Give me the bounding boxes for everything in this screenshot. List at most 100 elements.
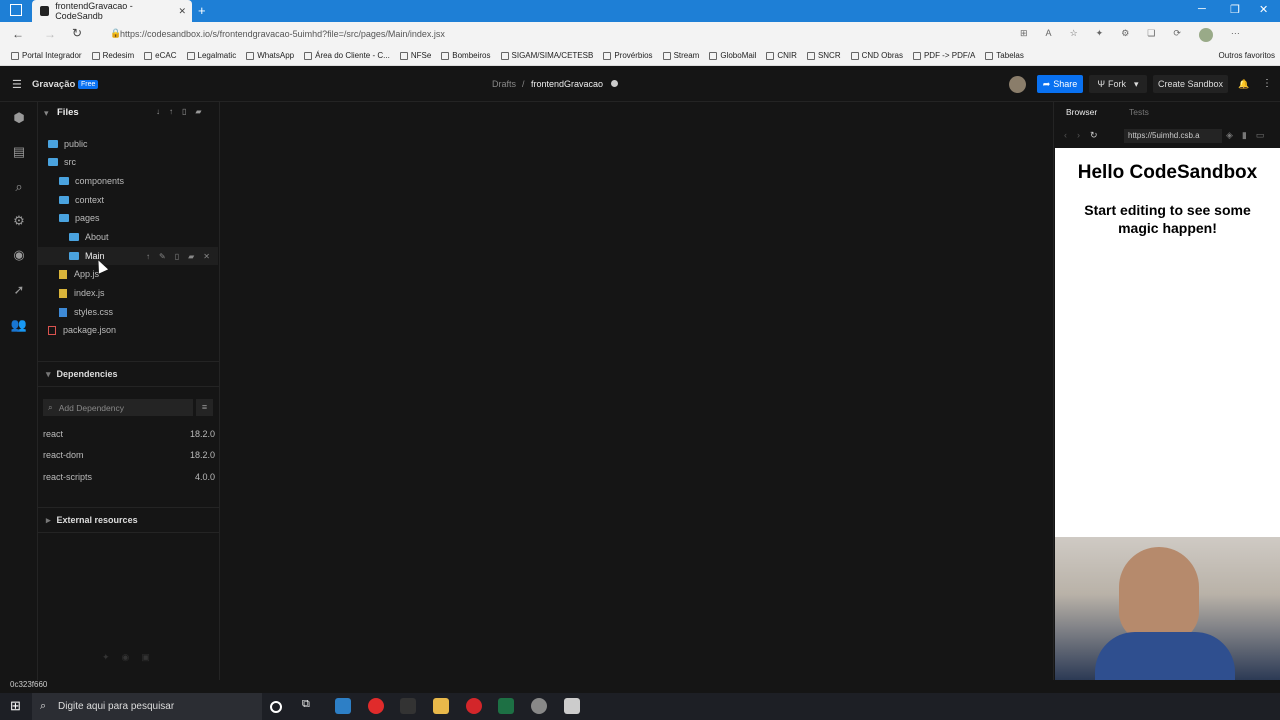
tree-folder-context[interactable]: context	[38, 191, 218, 209]
favorite-icon[interactable]: ☆	[1070, 28, 1078, 40]
chat-icon[interactable]: ▣	[141, 652, 150, 663]
tree-folder-pages[interactable]: pages	[38, 209, 218, 227]
app-icon-3[interactable]	[564, 698, 580, 714]
tree-file-styles[interactable]: styles.css	[38, 303, 218, 321]
collections-icon[interactable]: ❏	[1147, 28, 1155, 40]
bookmark-item[interactable]: Legalmatic	[182, 51, 242, 60]
dependency-row[interactable]: react-scripts 4.0.0	[43, 472, 215, 482]
cortana-icon[interactable]	[270, 701, 282, 713]
back-icon[interactable]: ‹	[1064, 130, 1067, 141]
dependency-row[interactable]: react-dom 18.2.0	[43, 450, 215, 460]
file-explorer-icon[interactable]	[433, 698, 449, 714]
new-file-icon[interactable]: ▯	[175, 252, 179, 261]
tab-browser[interactable]: Browser	[1066, 107, 1097, 117]
opera-icon[interactable]	[466, 698, 482, 714]
dependency-row[interactable]: react 18.2.0	[43, 429, 215, 439]
team-icon[interactable]: 👥	[10, 317, 28, 335]
bookmark-item[interactable]: Portal Integrador	[6, 51, 87, 60]
dependencies-header[interactable]: ▾ Dependencies	[38, 361, 220, 387]
bookmark-item[interactable]: GloboMail	[704, 51, 761, 60]
bookmark-item[interactable]: Tabelas	[980, 51, 1029, 60]
tree-folder-public[interactable]: public	[38, 135, 218, 153]
preview-address-field[interactable]: https://5uimhd.csb.a	[1124, 129, 1222, 143]
bookmark-item[interactable]: Provérbios	[598, 51, 657, 60]
external-resources-header[interactable]: ▸ External resources	[38, 507, 220, 533]
bell-icon[interactable]: 🔔	[1238, 79, 1249, 90]
preview-webview[interactable]: Hello CodeSandbox Start editing to see s…	[1055, 148, 1280, 538]
bookmark-item[interactable]: Bombeiros	[436, 51, 495, 60]
profile-avatar[interactable]	[1198, 28, 1213, 42]
tab-actions-icon[interactable]	[10, 4, 22, 16]
open-window-icon[interactable]: ▮	[1242, 130, 1247, 141]
tree-folder-main[interactable]: Main ↑ ✎ ▯ ▰ ✕	[38, 247, 218, 265]
close-tab-icon[interactable]: ✕	[178, 6, 186, 17]
new-file-icon[interactable]: ▯	[182, 107, 186, 116]
bookmark-item[interactable]: PDF -> PDF/A	[908, 51, 980, 60]
more-vert-icon[interactable]: ⋮	[1262, 78, 1272, 89]
bookmark-item[interactable]: Stream	[658, 51, 705, 60]
more-icon[interactable]: ⋯	[1231, 28, 1240, 40]
files-icon[interactable]: ▤	[10, 144, 28, 162]
bookmark-item[interactable]: WhatsApp	[241, 51, 299, 60]
bookmark-item[interactable]: Redesim	[87, 51, 140, 60]
bookmark-item[interactable]: Área do Cliente - C...	[299, 51, 395, 60]
upload-icon[interactable]: ↑	[169, 107, 173, 116]
other-favorites[interactable]: Outros favoritos	[1214, 51, 1280, 60]
url-field[interactable]: https://codesandbox.io/s/frontendgravaca…	[120, 26, 1020, 42]
delete-icon[interactable]: ✕	[203, 252, 210, 261]
tree-file-app[interactable]: App.js	[38, 265, 218, 283]
sync-icon[interactable]: ⟳	[1173, 28, 1181, 40]
new-folder-icon[interactable]: ▰	[188, 252, 194, 261]
twitter-icon[interactable]: ✦	[102, 652, 110, 663]
apps-icon[interactable]: ⊞	[1020, 28, 1028, 40]
tree-folder-src[interactable]: src	[38, 153, 218, 171]
app-icon[interactable]	[400, 698, 416, 714]
dependency-list-icon[interactable]: ≡	[196, 399, 213, 416]
browser-tab[interactable]: frontendGravacao - CodeSandb ✕	[32, 0, 192, 22]
gear-icon[interactable]: ⚙	[10, 213, 28, 231]
extension-icon[interactable]: ✦	[1096, 28, 1104, 40]
refresh-icon[interactable]: ↻	[1090, 130, 1098, 141]
restore-icon[interactable]: ❐	[1230, 3, 1240, 16]
cube-icon[interactable]: ⬢	[10, 110, 28, 128]
search-icon[interactable]: ⌕	[10, 179, 28, 197]
download-icon[interactable]: ↓	[156, 107, 160, 116]
tab-tests[interactable]: Tests	[1129, 107, 1149, 117]
editor-area[interactable]	[220, 102, 1053, 680]
edge-icon[interactable]	[335, 698, 351, 714]
puzzle-icon[interactable]: ⚙	[1121, 28, 1129, 40]
back-icon[interactable]: ←	[12, 27, 24, 41]
tree-file-index[interactable]: index.js	[38, 284, 218, 302]
excel-icon[interactable]	[498, 698, 514, 714]
devtools-icon[interactable]: ◈	[1226, 130, 1233, 141]
new-folder-icon[interactable]: ▰	[195, 107, 201, 116]
layout-icon[interactable]: ▭	[1256, 130, 1265, 141]
forward-icon[interactable]: ›	[1077, 130, 1080, 141]
github-icon[interactable]: ◉	[10, 247, 28, 265]
app-icon-2[interactable]	[531, 698, 547, 714]
github-icon[interactable]: ◉	[122, 652, 130, 663]
media-player-icon[interactable]	[368, 698, 384, 714]
new-tab-icon[interactable]: +	[198, 3, 206, 18]
breadcrumb-drafts[interactable]: Drafts	[492, 79, 516, 89]
tree-folder-components[interactable]: components	[38, 172, 218, 190]
bookmark-item[interactable]: SNCR	[802, 51, 846, 60]
user-avatar[interactable]	[1009, 76, 1026, 93]
windows-start-icon[interactable]: ⊞	[10, 698, 21, 714]
tree-file-package[interactable]: package.json	[38, 321, 218, 339]
bookmark-item[interactable]: CNIR	[761, 51, 802, 60]
menu-icon[interactable]: ☰	[12, 78, 22, 91]
sandbox-name[interactable]: frontendGravacao	[531, 79, 603, 89]
fork-button[interactable]: Ψ Fork ▾	[1089, 75, 1147, 93]
share-button[interactable]: ➦ Share	[1037, 75, 1083, 93]
bookmark-item[interactable]: NFSe	[395, 51, 436, 60]
reload-icon[interactable]: ↻	[72, 26, 82, 40]
upload-icon[interactable]: ↑	[146, 252, 150, 261]
forward-icon[interactable]: →	[44, 27, 56, 41]
add-dependency-input[interactable]: ⌕ Add Dependency	[43, 399, 193, 416]
task-view-icon[interactable]: ⧉	[302, 698, 318, 714]
close-window-icon[interactable]: ✕	[1259, 3, 1268, 16]
taskbar-search-input[interactable]: Digite aqui para pesquisar	[32, 693, 262, 720]
app-name[interactable]: Gravação	[32, 79, 75, 90]
read-aloud-icon[interactable]: A	[1046, 28, 1052, 40]
